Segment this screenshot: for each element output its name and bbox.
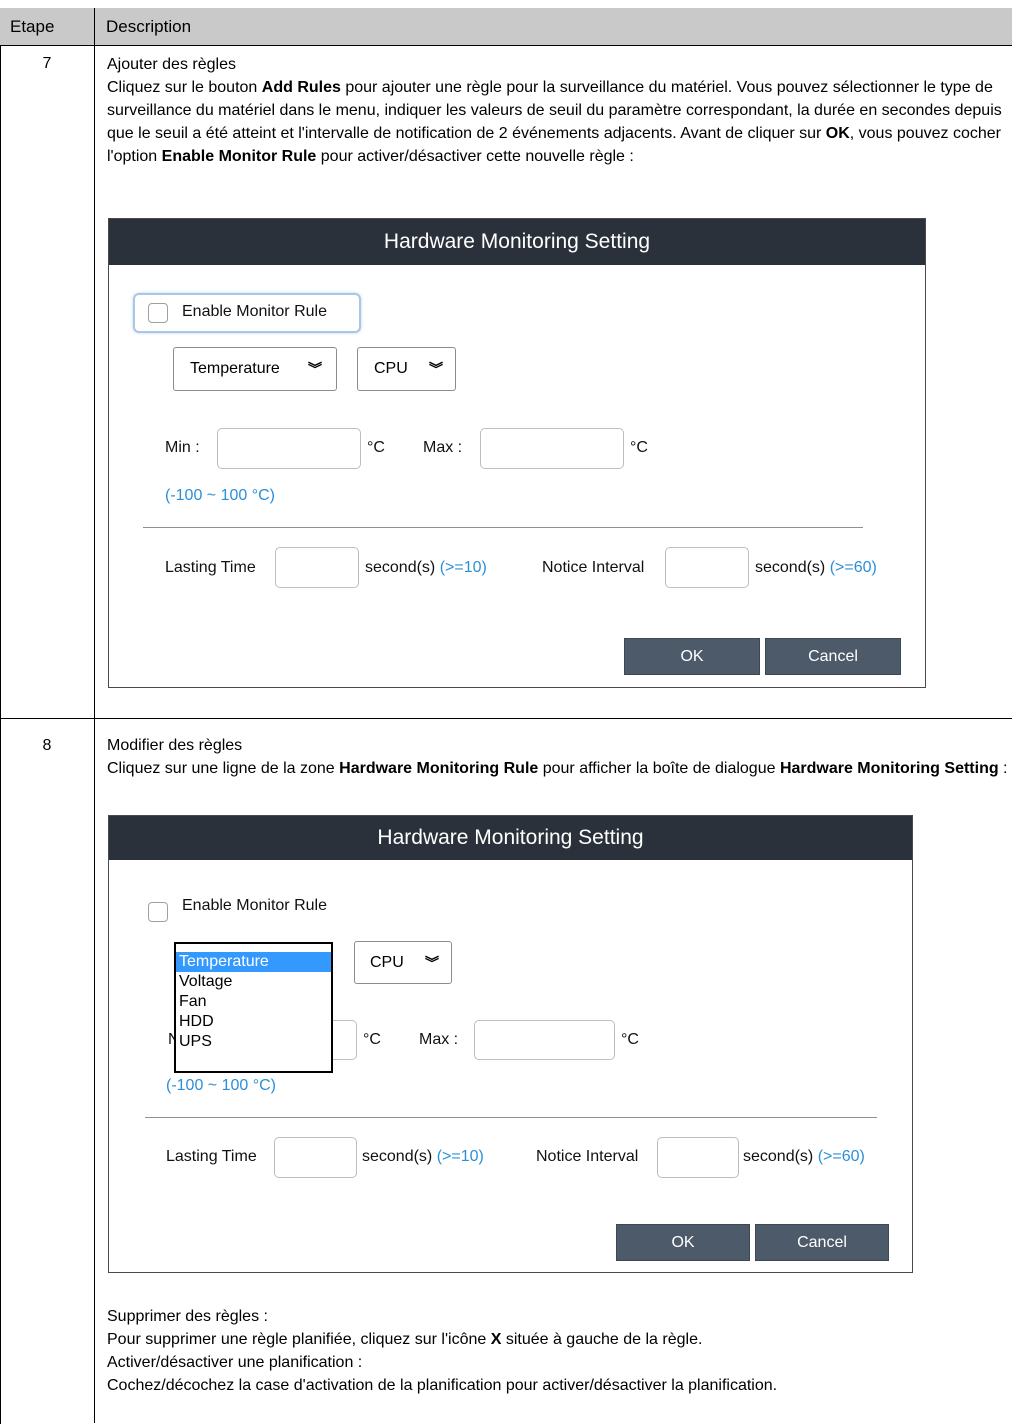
divider (145, 1117, 877, 1118)
row7-paragraph: Cliquez sur le bouton Add Rules pour ajo… (107, 79, 1002, 165)
dialog-title: Hardware Monitoring Setting (109, 219, 925, 265)
max-label: Max : (423, 439, 463, 456)
delete-rules-title: Supprimer des règles : (107, 1308, 268, 1325)
divider (143, 527, 863, 528)
notice-unit: second(s) (>=60) (743, 1148, 865, 1165)
lasting-time-label: Lasting Time (166, 1148, 257, 1165)
cancel-button[interactable]: Cancel (765, 638, 901, 675)
enable-rule-checkbox[interactable] (148, 303, 168, 323)
column-divider (94, 8, 95, 1423)
hardware-monitoring-dialog: Hardware Monitoring Setting Enable Monit… (108, 815, 913, 1273)
row8-footer-text: Supprimer des règles : Pour supprimer un… (107, 1305, 1010, 1397)
notice-interval-input[interactable] (657, 1137, 739, 1178)
enable-rule-checkbox[interactable] (148, 902, 168, 922)
ok-button[interactable]: OK (616, 1224, 750, 1261)
target-select[interactable]: CPU ︾ (357, 347, 456, 391)
dialog-title: Hardware Monitoring Setting (109, 816, 912, 860)
max-input[interactable] (480, 428, 624, 469)
min-input[interactable] (217, 428, 361, 469)
add-rules-ref: Add Rules (261, 79, 341, 96)
x-icon-ref: X (490, 1331, 502, 1348)
hw-setting-ref: Hardware Monitoring Setting (779, 760, 999, 777)
lasting-unit: second(s) (>=10) (362, 1148, 484, 1165)
dropdown-option[interactable]: UPS (176, 1032, 331, 1052)
enable-rule-focus-ring[interactable]: Enable Monitor Rule (133, 293, 361, 333)
max-input[interactable] (474, 1020, 615, 1060)
row8-text: Modifier des règles Cliquez sur une lign… (107, 734, 1010, 780)
type-dropdown-list[interactable]: Temperature Voltage Fan HDD UPS (174, 942, 333, 1073)
min-unit: °C (367, 439, 385, 456)
max-label: Max : (419, 1031, 459, 1048)
range-hint: (-100 ~ 100 °C) (166, 1077, 277, 1094)
lasting-time-input[interactable] (275, 547, 359, 588)
cancel-button[interactable]: Cancel (755, 1224, 889, 1261)
row-divider (0, 718, 1012, 719)
ok-button[interactable]: OK (624, 638, 760, 675)
notice-interval-label: Notice Interval (536, 1148, 639, 1165)
header-description: Description (106, 17, 192, 36)
range-hint: (-100 ~ 100 °C) (165, 487, 276, 504)
chevron-double-down-icon: ︾ (429, 361, 443, 377)
min-label: Min : (165, 439, 200, 456)
chevron-double-down-icon: ︾ (308, 361, 322, 377)
chevron-double-down-icon: ︾ (425, 954, 439, 971)
ok-ref: OK (825, 125, 850, 142)
dropdown-option[interactable]: Temperature (176, 952, 331, 972)
lasting-time-label: Lasting Time (165, 559, 256, 576)
notice-interval-input[interactable] (665, 547, 749, 588)
row8-paragraph: Cliquez sur une ligne de la zone Hardwar… (107, 760, 1008, 777)
notice-interval-label: Notice Interval (542, 559, 645, 576)
enable-rule-label: Enable Monitor Rule (182, 303, 327, 320)
dropdown-option[interactable]: Fan (176, 992, 331, 1012)
step-number: 7 (42, 55, 52, 72)
dropdown-option[interactable]: Voltage (176, 972, 331, 992)
min-unit: °C (363, 1031, 381, 1048)
dropdown-option[interactable]: HDD (176, 1012, 331, 1032)
delete-rules-text: Pour supprimer une règle planifiée, cliq… (107, 1331, 703, 1348)
enable-rule-label: Enable Monitor Rule (182, 897, 327, 914)
step-number: 8 (42, 737, 52, 754)
lasting-unit: second(s) (>=10) (365, 559, 487, 576)
toggle-schedule-text: Cochez/décochez la case d'activation de … (107, 1377, 778, 1394)
type-select[interactable]: Temperature ︾ (173, 347, 337, 391)
target-select[interactable]: CPU ︾ (354, 941, 452, 984)
enable-rule-ref: Enable Monitor Rule (161, 148, 317, 165)
hardware-monitoring-dialog: Hardware Monitoring Setting Enable Monit… (108, 218, 926, 688)
header-etape: Etape (10, 17, 55, 36)
row8-title: Modifier des règles (107, 737, 243, 754)
notice-unit: second(s) (>=60) (755, 559, 877, 576)
lasting-time-input[interactable] (274, 1137, 357, 1178)
toggle-schedule-title: Activer/désactiver une planification : (107, 1354, 363, 1371)
max-unit: °C (621, 1031, 639, 1048)
max-unit: °C (630, 439, 648, 456)
hw-rule-ref: Hardware Monitoring Rule (339, 760, 539, 777)
row7-title: Ajouter des règles (107, 56, 236, 73)
row7-text: Ajouter des règles Cliquez sur le bouton… (107, 53, 1010, 168)
